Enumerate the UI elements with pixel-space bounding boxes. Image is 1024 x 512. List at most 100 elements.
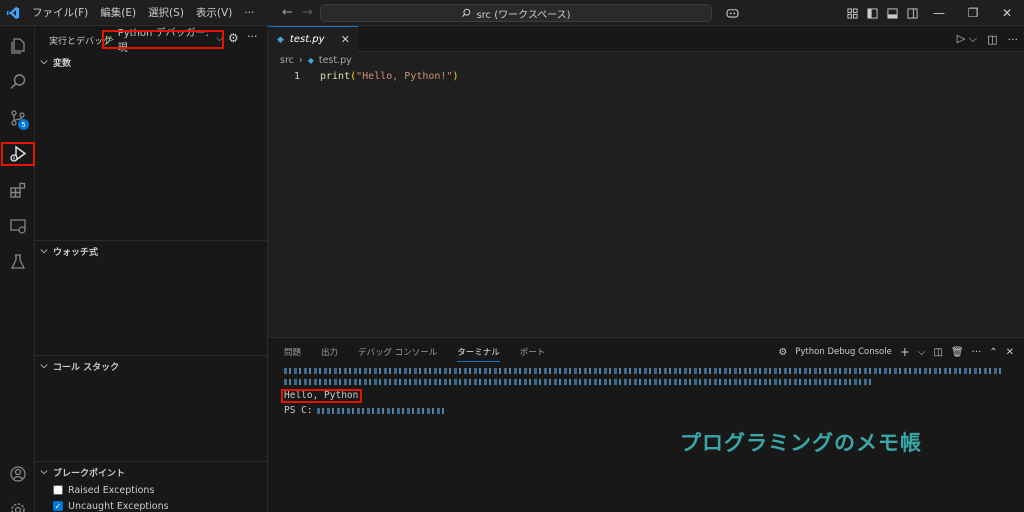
breakpoints-section: ⌵ ブレークポイント Raised Exceptions ✓ Uncaught … <box>35 461 268 512</box>
breadcrumb-file[interactable]: test.py <box>319 55 352 66</box>
menu-view[interactable]: 表示(V) <box>190 0 238 26</box>
line-number: 1 <box>293 70 300 82</box>
tab-output[interactable]: 出力 <box>321 346 338 358</box>
split-editor-icon[interactable]: ◫ <box>987 33 997 46</box>
breakpoint-uncaught-exceptions[interactable]: ✓ Uncaught Exceptions <box>35 498 268 512</box>
terminal-command-line <box>284 368 1004 374</box>
forward-arrow-icon[interactable]: → <box>296 5 319 20</box>
explorer-icon[interactable] <box>0 28 35 64</box>
search-icon[interactable] <box>0 64 35 100</box>
python-file-icon: ◆ <box>277 34 284 45</box>
settings-gear-icon[interactable] <box>0 492 35 512</box>
breadcrumb: src › ◆ test.py <box>268 52 1024 68</box>
chevron-down-icon: ⌵ <box>40 246 48 256</box>
editor-actions: ▷ ⌵ ◫ ··· <box>957 26 1018 52</box>
close-panel-icon[interactable]: ✕ <box>1006 347 1014 358</box>
terminal-name[interactable]: Python Debug Console <box>795 347 892 357</box>
terminal-prompt-line[interactable]: PS C: <box>284 405 447 416</box>
variables-section: ⌵ 変数 <box>35 52 268 72</box>
tab-title: test.py <box>289 34 325 45</box>
account-icon[interactable] <box>0 456 35 492</box>
callstack-header[interactable]: ⌵ コール スタック <box>35 356 268 376</box>
split-terminal-icon[interactable]: ◫ <box>934 347 943 358</box>
customize-layout-icon[interactable] <box>842 0 862 26</box>
bottom-panel: 問題 出力 デバッグ コンソール ターミナル ポート ⚙ Python Debu… <box>268 337 1024 512</box>
toggle-secondary-sidebar-icon[interactable] <box>902 0 922 26</box>
menu-selection[interactable]: 選択(S) <box>142 0 190 26</box>
watch-title: ウォッチ式 <box>53 247 99 258</box>
debug-config-highlight <box>102 30 224 49</box>
raised-exceptions-checkbox[interactable] <box>53 485 63 495</box>
menu-more[interactable]: ··· <box>238 0 260 26</box>
extensions-icon[interactable] <box>0 172 35 208</box>
watch-section: ⌵ ウォッチ式 <box>35 240 268 261</box>
debug-settings-gear-icon[interactable]: ⚙ <box>228 31 239 45</box>
tab-ports[interactable]: ポート <box>520 346 546 358</box>
sidebar-title: 実行とデバッグ <box>49 36 113 47</box>
breakpoint-label: Uncaught Exceptions <box>68 500 169 512</box>
source-control-icon[interactable]: 5 <box>0 100 35 136</box>
toggle-primary-sidebar-icon[interactable] <box>862 0 882 26</box>
title-bar: ファイル(F) 編集(E) 選択(S) 表示(V) ··· ← → src (ワ… <box>0 0 1024 26</box>
tab-test-py[interactable]: ◆ test.py ✕ <box>268 26 358 52</box>
editor-tabs: ◆ test.py ✕ ▷ ⌵ ◫ ··· <box>268 26 1024 52</box>
vscode-logo-icon <box>0 0 26 26</box>
menu-file[interactable]: ファイル(F) <box>26 0 94 26</box>
terminal-prompt: PS C: <box>284 405 313 416</box>
testing-icon[interactable] <box>0 244 35 280</box>
toggle-panel-icon[interactable] <box>882 0 902 26</box>
search-icon <box>462 8 471 18</box>
chevron-down-icon[interactable]: ⌵ <box>918 347 926 358</box>
code-function: print <box>320 70 351 82</box>
more-actions-icon[interactable]: ··· <box>1008 33 1019 46</box>
chevron-right-icon: › <box>298 54 303 66</box>
more-actions-icon[interactable]: ··· <box>972 347 982 358</box>
variables-title: 変数 <box>53 58 72 69</box>
scm-badge: 5 <box>18 119 29 130</box>
run-debug-highlight <box>1 142 35 166</box>
remote-explorer-icon[interactable] <box>0 208 35 244</box>
trash-icon[interactable]: 🗑 <box>951 347 964 358</box>
terminal-gear-icon[interactable]: ⚙ <box>778 347 787 358</box>
terminal-output-highlight <box>281 389 362 403</box>
copilot-icon[interactable] <box>722 0 742 26</box>
variables-header[interactable]: ⌵ 変数 <box>35 52 268 72</box>
chevron-down-icon: ⌵ <box>40 361 48 371</box>
editor-area: ◆ test.py ✕ ▷ ⌵ ◫ ··· src › ◆ test.py 1 … <box>268 26 1024 337</box>
breakpoint-raised-exceptions[interactable]: Raised Exceptions <box>35 482 268 498</box>
terminal-command-line <box>284 379 874 385</box>
new-terminal-icon[interactable]: + <box>900 345 910 359</box>
code-text[interactable]: print("Hello, Python!") <box>300 71 459 82</box>
tab-problems[interactable]: 問題 <box>284 346 301 358</box>
watch-header[interactable]: ⌵ ウォッチ式 <box>35 241 268 261</box>
run-python-file-icon[interactable]: ▷ ⌵ <box>957 32 977 46</box>
tab-debug-console[interactable]: デバッグ コンソール <box>358 346 437 358</box>
tab-terminal[interactable]: ターミナル <box>457 346 500 362</box>
breakpoints-title: ブレークポイント <box>53 468 126 479</box>
restore-icon[interactable]: ❐ <box>956 0 990 26</box>
command-center-search[interactable]: src (ワークスペース) <box>320 4 712 22</box>
code-line[interactable]: 1 print("Hello, Python!") <box>268 68 1024 84</box>
python-file-icon: ◆ <box>307 55 314 65</box>
maximize-panel-icon[interactable]: ⌃ <box>989 347 997 358</box>
breadcrumb-folder[interactable]: src <box>280 55 294 66</box>
menu-edit[interactable]: 編集(E) <box>94 0 142 26</box>
watermark: プログラミングのメモ帳 <box>680 431 922 455</box>
close-window-icon[interactable]: ✕ <box>990 0 1024 26</box>
more-actions-icon[interactable]: ··· <box>247 30 258 43</box>
debug-sidebar: 実行とデバッグ ▷ Python デバッガー: 現 ⌵ ⚙ ··· ⌵ 変数 ⌵… <box>35 26 268 512</box>
callstack-title: コール スタック <box>53 362 120 373</box>
breakpoints-header[interactable]: ⌵ ブレークポイント <box>35 462 268 482</box>
callstack-section: ⌵ コール スタック <box>35 355 268 376</box>
breakpoint-label: Raised Exceptions <box>68 484 155 496</box>
chevron-down-icon: ⌵ <box>40 57 48 67</box>
code-string: "Hello, Python!" <box>356 70 453 82</box>
uncaught-exceptions-checkbox[interactable]: ✓ <box>53 501 63 511</box>
code-paren: ) <box>452 70 459 82</box>
activity-bar: 5 <box>0 26 35 512</box>
search-text: src (ワークスペース) <box>476 9 571 21</box>
panel-actions: ⚙ Python Debug Console + ⌵ ◫ 🗑 ··· ⌃ ✕ <box>778 338 1014 366</box>
minimize-icon[interactable]: — <box>922 0 956 26</box>
chevron-down-icon: ⌵ <box>40 467 48 477</box>
close-tab-icon[interactable]: ✕ <box>341 33 350 46</box>
